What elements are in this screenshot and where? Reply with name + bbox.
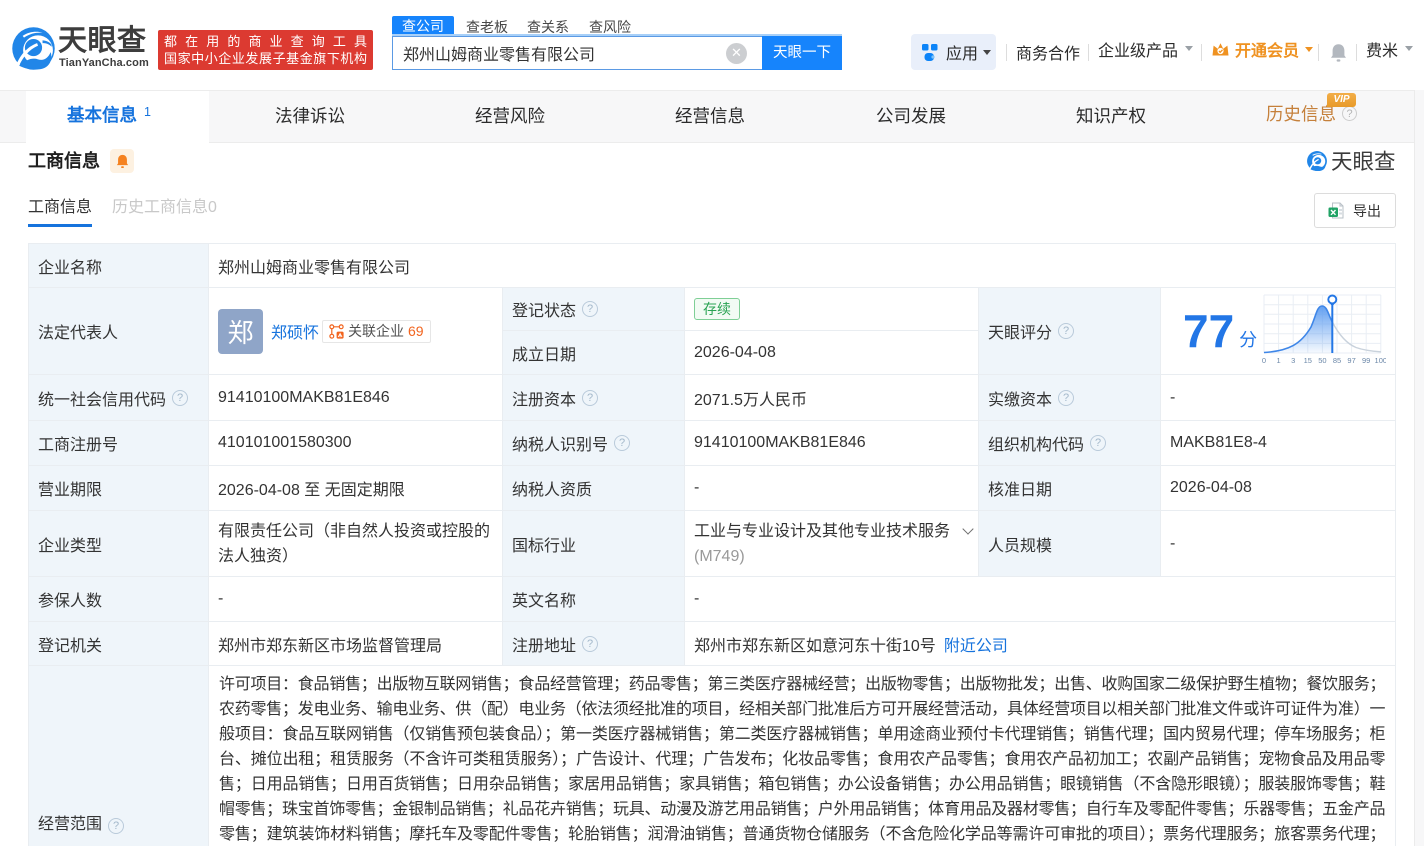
svg-text:85: 85 bbox=[1333, 356, 1341, 365]
svg-text:50: 50 bbox=[1318, 356, 1326, 365]
svg-text:97: 97 bbox=[1347, 356, 1355, 365]
svg-text:99: 99 bbox=[1362, 356, 1370, 365]
svg-text:0: 0 bbox=[1262, 356, 1266, 365]
svg-text:100: 100 bbox=[1375, 356, 1386, 365]
svg-text:15: 15 bbox=[1304, 356, 1312, 365]
svg-text:1: 1 bbox=[1277, 356, 1281, 365]
svg-text:3: 3 bbox=[1291, 356, 1295, 365]
